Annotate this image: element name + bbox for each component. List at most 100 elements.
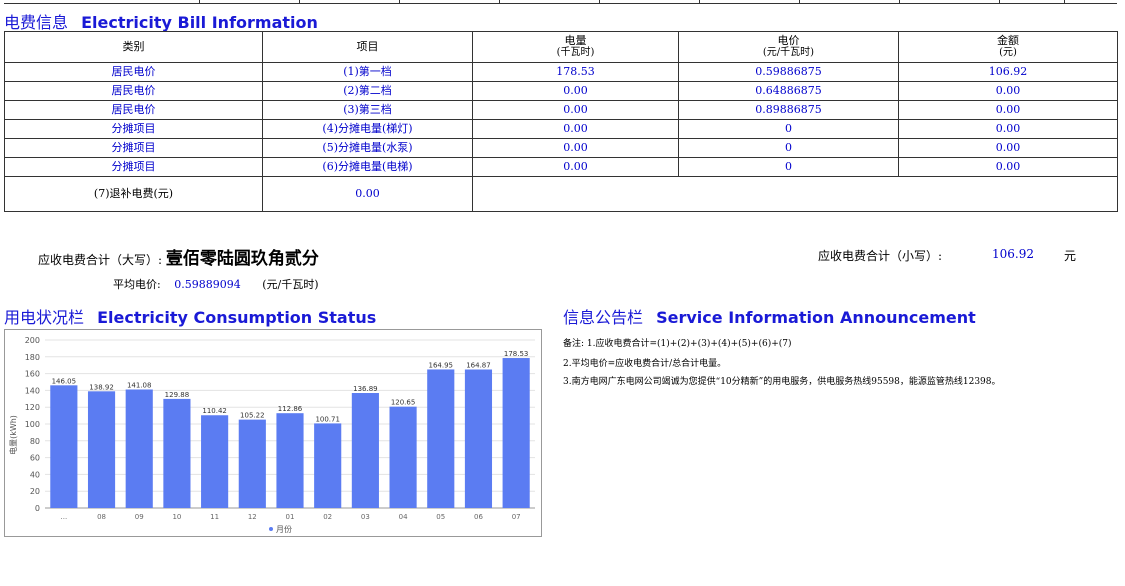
legend-marker [269, 527, 273, 531]
row-item: (4)分摊电量(梯灯) [262, 119, 473, 139]
row-item: (1)第一档 [262, 62, 473, 82]
header-kwh-unit: (千瓦时) [556, 47, 595, 58]
total-upper-value: 壹佰零陆圆玖角贰分 [165, 249, 319, 269]
header-price-label: 电价 [777, 34, 800, 47]
header-category: 类别 [4, 31, 263, 63]
chart-x-tick-label: 02 [323, 513, 332, 521]
usage-title-cn: 用电状况栏 [4, 308, 85, 327]
chart-y-tick-label: 20 [30, 487, 40, 496]
chart-y-tick-label: 60 [30, 454, 40, 463]
chart-x-tick-label: 04 [399, 513, 408, 521]
chart-x-tick-label: 12 [248, 513, 257, 521]
row-amount: 106.92 [898, 62, 1118, 82]
chart-bar [314, 423, 342, 508]
avg-price-value: 0.59889094 [174, 278, 241, 291]
header-amount-label: 金额 [997, 34, 1019, 47]
chart-y-tick-label: 80 [30, 437, 40, 446]
row-amount: 0.00 [898, 119, 1118, 139]
chart-y-tick-label: 40 [30, 470, 40, 479]
row-category: 分摊项目 [4, 138, 263, 158]
chart-y-axis-label: 电量(kWh) [8, 415, 18, 455]
chart-bar [276, 413, 304, 508]
notice-line-3: 3.南方电网广东电网公司竭诚为您提供“10分精新”的用电服务，供电服务热线955… [563, 377, 1001, 387]
chart-bar [87, 391, 116, 508]
chart-bar [163, 398, 191, 508]
chart-y-tick-label: 140 [25, 386, 40, 395]
usage-section-title: 用电状况栏 Electricity Consumption Status [4, 304, 376, 328]
notice-line-1: 备注: 1.应收电费合计=(1)+(2)+(3)+(4)+(5)+(6)+(7) [563, 339, 792, 349]
table-row: 分摊项目 (6)分摊电量(电梯) 0.00 0 0.00 [4, 157, 1118, 177]
chart-bar [125, 389, 153, 508]
chart-y-tick-label: 0 [35, 504, 40, 513]
chart-y-tick-label: 160 [25, 370, 40, 379]
avg-price-unit: (元/千瓦时) [262, 278, 319, 291]
table-row: 居民电价 (2)第二档 0.00 0.64886875 0.00 [4, 81, 1118, 101]
header-price: 电价 (元/千瓦时) [678, 31, 899, 63]
chart-value-label: 164.87 [466, 362, 491, 370]
header-price-unit: (元/千瓦时) [762, 47, 815, 58]
chart-x-tick-label: 11 [210, 513, 219, 521]
refund-value: 0.00 [262, 176, 473, 212]
chart-value-label: 141.08 [127, 381, 152, 389]
avg-price-label: 平均电价: [113, 278, 161, 291]
total-lower-unit: 元 [1064, 249, 1077, 263]
table-row: 居民电价 (1)第一档 178.53 0.59886875 106.92 [4, 62, 1118, 82]
row-category: 分摊项目 [4, 119, 263, 139]
row-category: 居民电价 [4, 100, 263, 120]
chart-y-tick-label: 120 [25, 403, 40, 412]
row-kwh: 0.00 [472, 157, 679, 177]
row-item: (5)分摊电量(水泵) [262, 138, 473, 158]
chart-bar [201, 415, 229, 508]
row-category: 居民电价 [4, 62, 263, 82]
chart-x-tick-label: 08 [97, 513, 106, 521]
table-row: 居民电价 (3)第三档 0.00 0.89886875 0.00 [4, 100, 1118, 120]
notice-section-title: 信息公告栏 Service Information Announcement [563, 304, 976, 328]
chart-bar [464, 369, 493, 508]
chart-value-label: 120.65 [391, 399, 416, 407]
row-kwh: 0.00 [472, 138, 679, 158]
chart-x-tick-label: 07 [512, 513, 521, 521]
chart-x-tick-label: 01 [286, 513, 295, 521]
bill-section-title: 电费信息 Electricity Bill Information [4, 9, 318, 33]
table-row: 分摊项目 (5)分摊电量(水泵) 0.00 0 0.00 [4, 138, 1118, 158]
row-amount: 0.00 [898, 138, 1118, 158]
chart-bar [502, 358, 530, 508]
header-item: 项目 [262, 31, 473, 63]
row-item: (6)分摊电量(电梯) [262, 157, 473, 177]
chart-bar [50, 385, 78, 508]
avg-price: 平均电价: 0.59889094 (元/千瓦时) [113, 276, 319, 292]
row-price: 0.89886875 [678, 100, 899, 120]
row-price: 0 [678, 119, 899, 139]
chart-x-tick-label: 10 [172, 513, 181, 521]
chart-y-tick-label: 100 [25, 420, 40, 429]
header-amount: 金额 (元) [898, 31, 1118, 63]
row-category: 分摊项目 [4, 157, 263, 177]
chart-y-tick-label: 180 [25, 353, 40, 362]
chart-value-label: 136.89 [353, 385, 378, 393]
chart-x-tick-label: 03 [361, 513, 370, 521]
refund-label: (7)退补电费(元) [4, 176, 263, 212]
bill-table: 类别 项目 电量 (千瓦时) 电价 (元/千瓦时) 金额 (元) 居民电价 (1… [4, 31, 1118, 212]
chart-x-tick-label: 06 [474, 513, 483, 521]
header-amount-unit: (元) [999, 47, 1017, 58]
chart-x-tick-label: 09 [135, 513, 144, 521]
chart-bar [389, 406, 417, 508]
bill-title-cn: 电费信息 [4, 13, 69, 32]
chart-value-label: 100.71 [315, 415, 340, 423]
chart-value-label: 138.92 [89, 383, 114, 391]
bill-header-row: 类别 项目 电量 (千瓦时) 电价 (元/千瓦时) 金额 (元) [4, 31, 1118, 63]
chart-x-tick-label: 05 [436, 513, 445, 521]
refund-row: (7)退补电费(元) 0.00 [4, 176, 1118, 212]
row-amount: 0.00 [898, 81, 1118, 101]
chart-x-tick-label: ... [61, 513, 68, 521]
row-price: 0 [678, 157, 899, 177]
notice-line-2: 2.平均电价=应收电费合计/总合计电量。 [563, 359, 727, 369]
bill-title-en: Electricity Bill Information [81, 13, 318, 32]
total-lower-value: 106.92 [992, 247, 1034, 261]
row-kwh: 0.00 [472, 81, 679, 101]
consumption-chart-svg: 电量(kWh) 020406080100120140160180200 146.… [8, 336, 535, 534]
total-lower-label: 应收电费合计（小写）: [818, 249, 943, 263]
row-item: (3)第三档 [262, 100, 473, 120]
row-category: 居民电价 [4, 81, 263, 101]
consumption-chart: 电量(kWh) 0 20 40 60 80 100 120 140 160 180 200 146.… [4, 329, 542, 537]
